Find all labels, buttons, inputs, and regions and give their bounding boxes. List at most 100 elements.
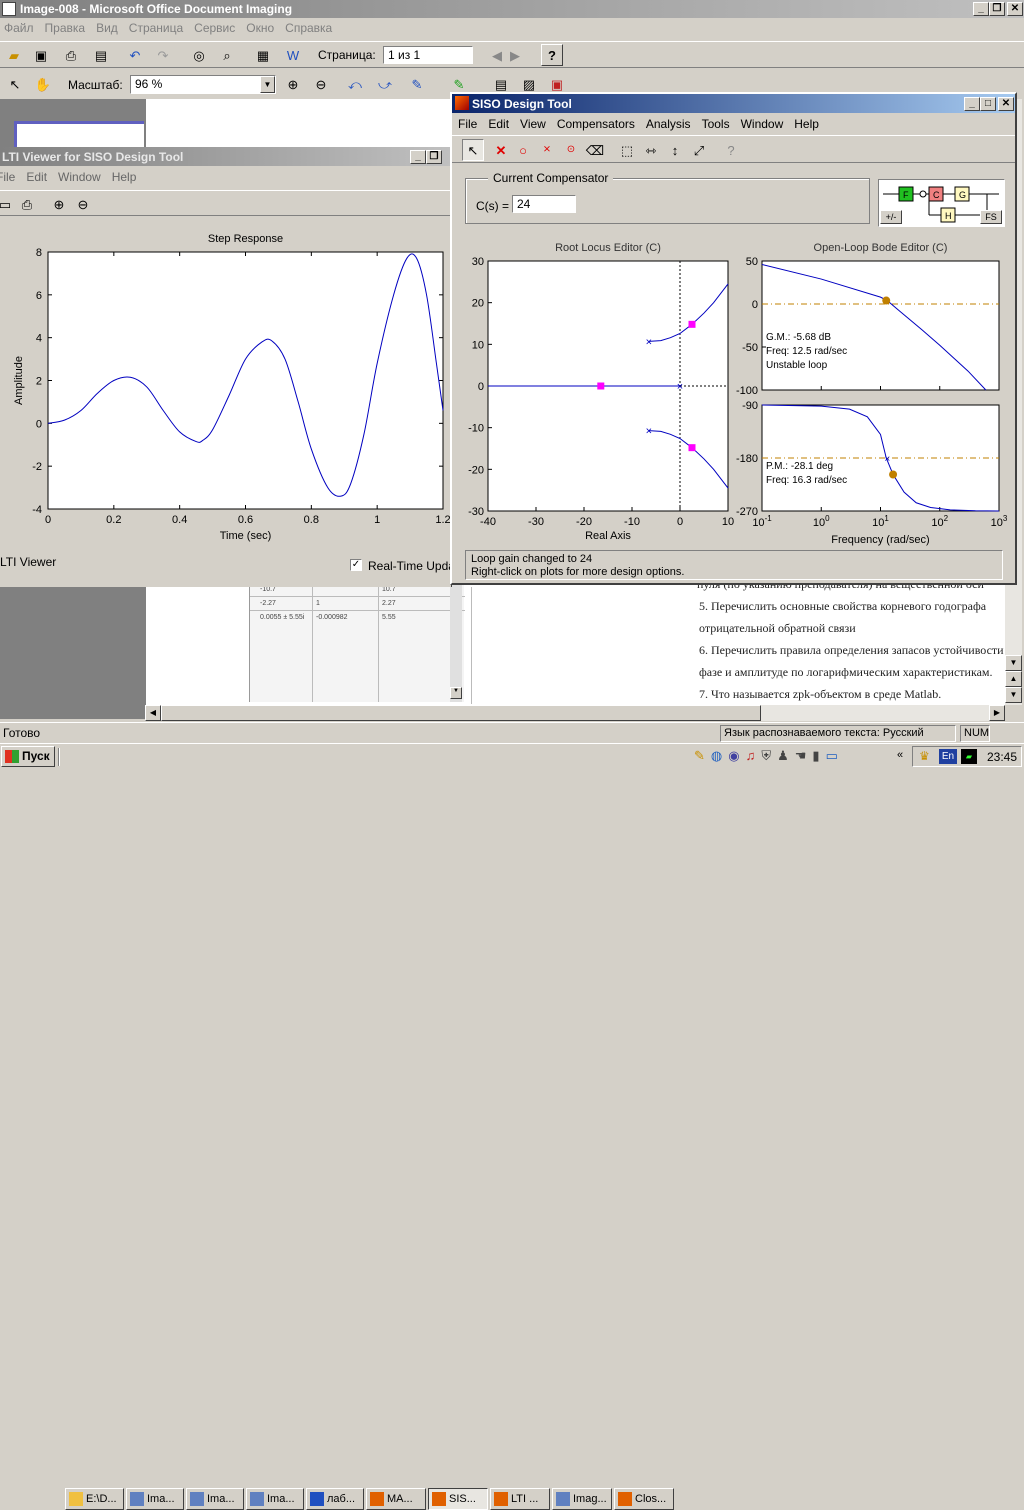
next-page-icon[interactable]: ▶ [504,44,526,66]
feedback-structure[interactable]: F C G H +/- FS [878,179,1005,227]
closed-loop-pole-marker[interactable] [688,320,696,328]
pen-icon[interactable]: ✎ [406,73,428,95]
hand-icon[interactable]: ✋ [32,73,54,95]
sign-toggle-button[interactable]: +/- [880,210,902,224]
add-pole-icon[interactable]: ✕ [490,139,512,161]
taskbar-item[interactable]: Ima... [186,1488,244,1510]
odi-minimize-button[interactable]: _ [973,2,989,16]
taskbar-item[interactable]: MA... [366,1488,426,1510]
ocr-icon[interactable]: ▦ [252,44,274,66]
siso-menu-compensators[interactable]: Compensators [557,117,635,131]
tray-shield-icon[interactable]: ⛨ [761,748,777,763]
rotate-left-icon[interactable]: ⤺ [344,73,366,95]
siso-menu-help[interactable]: Help [794,117,819,131]
tray-music-icon[interactable]: ♫ [746,748,762,763]
odi-menu-page[interactable]: Страница [129,21,183,35]
lti-menu-window[interactable]: Window [58,170,101,184]
zoom-x-icon[interactable]: ⇿ [640,139,662,161]
select-pointer-icon[interactable]: ↖ [462,139,484,161]
compensator-gain-input[interactable]: 24 [512,195,576,213]
eraser-icon[interactable]: ⌫ [584,139,606,161]
add-lag-icon[interactable]: ⊙ [560,139,582,161]
siso-titlebar[interactable]: SISO Design Tool _ □ ✕ [452,94,1015,113]
odi-menu-help[interactable]: Справка [285,21,332,35]
odi-titlebar[interactable]: Image-008 - Microsoft Office Document Im… [0,0,1024,18]
add-zero-icon[interactable]: ○ [512,139,534,161]
zoom-box-icon[interactable]: ⬚ [616,139,638,161]
closed-loop-pole-marker[interactable] [597,382,605,390]
siso-menu-view[interactable]: View [520,117,546,131]
realtime-update-checkbox[interactable]: ✓ [350,559,362,571]
tray-monitor-icon[interactable]: ▭ [826,748,844,763]
tray-hand-icon[interactable]: ☚ [795,748,813,763]
siso-maximize-button[interactable]: □ [980,97,996,111]
start-button[interactable]: Пуск [1,746,55,767]
siso-menu-window[interactable]: Window [741,117,784,131]
send-to-word-icon[interactable]: W [282,44,304,66]
zoom-out-icon[interactable]: ⊖ [310,73,332,95]
chevron-down-icon[interactable]: ▼ [260,76,275,93]
lti-menu-help[interactable]: Help [112,170,137,184]
zoom-y-icon[interactable]: ↕ [664,139,686,161]
odi-menu-view[interactable]: Вид [96,21,118,35]
bode-editor[interactable]: Open-Loop Bode Editor (C)-100-50050-270-… [732,232,1015,547]
find-icon[interactable]: ⌕ [216,44,238,66]
odi-menu-edit[interactable]: Правка [45,21,86,35]
scroll-thumb[interactable] [161,705,761,721]
tray-cpu-icon[interactable]: ▰ [961,749,977,764]
context-help-icon[interactable]: ? [720,139,742,161]
help-icon[interactable]: ? [541,44,563,66]
undo-icon[interactable]: ↶ [124,44,146,66]
taskbar-item[interactable]: Imag... [552,1488,612,1510]
taskbar-item[interactable]: LTI ... [490,1488,550,1510]
taskbar-item[interactable]: лаб... [306,1488,364,1510]
next-page-icon[interactable]: ▼ [1005,687,1022,703]
tray-media-icon[interactable]: ◉ [728,748,745,763]
scroll-left-icon[interactable]: ◀ [145,705,161,721]
tray-person-icon[interactable]: ♟ [777,748,795,763]
siso-menu-file[interactable]: File [458,117,477,131]
tray-expand-icon[interactable]: « [897,749,903,761]
save-icon[interactable]: ▣ [30,44,52,66]
feedback-structure-button[interactable]: FS [980,210,1002,224]
taskbar-item[interactable]: Clos... [614,1488,674,1510]
odi-restore-button[interactable]: ❐ [989,2,1005,16]
taskbar-item[interactable]: SIS... [428,1488,488,1510]
lti-titlebar[interactable]: LTI Viewer for SISO Design Tool _ ❐ [0,147,452,166]
redo-icon[interactable]: ↷ [152,44,174,66]
odi-menu-window[interactable]: Окно [246,21,274,35]
prev-page-icon[interactable]: ▲ [1005,671,1022,687]
lti-menu-edit[interactable]: Edit [26,170,47,184]
new-icon[interactable]: ▭ [0,193,16,215]
lti-restore-button[interactable]: ❐ [426,150,442,164]
zoom-in-icon[interactable]: ⊕ [48,193,70,215]
select-pointer-icon[interactable]: ↖ [4,73,26,95]
step-response-plot[interactable]: Step Response 0 0.2 0.4 0.6 0.8 1 1.2 -4 -2 0 2 4 6 8 T… [0,217,452,552]
scroll-down-icon[interactable]: ▼ [1005,655,1022,671]
tray-speaker-icon[interactable]: ♛ [919,749,930,763]
print-icon[interactable]: ⎙ [16,193,38,215]
phase-margin-marker[interactable] [889,470,898,479]
odi-close-button[interactable]: ✕ [1007,2,1023,16]
lti-menu-file[interactable]: File [0,170,15,184]
zoom-in-icon[interactable]: ⊕ [282,73,304,95]
scroll-down-icon[interactable]: ▼ [450,687,462,699]
thumb-scrollbar[interactable]: ▼ [450,584,462,702]
zoom-out-icon[interactable]: ⊖ [72,193,94,215]
print-preview-icon[interactable]: ▤ [90,44,112,66]
siso-menu-edit[interactable]: Edit [488,117,509,131]
taskbar-item[interactable]: Ima... [246,1488,304,1510]
odi-menu-service[interactable]: Сервис [194,21,235,35]
rotate-right-icon[interactable]: ⤻ [374,73,396,95]
siso-menu-tools[interactable]: Tools [702,117,730,131]
open-icon[interactable]: ▰ [3,44,25,66]
siso-close-button[interactable]: ✕ [998,97,1014,111]
scroll-right-icon[interactable]: ▶ [989,705,1005,721]
scan-icon[interactable]: ◎ [188,44,210,66]
gain-marker[interactable] [882,296,891,305]
siso-minimize-button[interactable]: _ [964,97,980,111]
tray-pencil-icon[interactable]: ✎ [694,748,711,763]
add-lead-icon[interactable]: ⨯ [536,139,558,161]
root-locus-editor[interactable]: Root Locus Editor (C)-40 -30 -20 -10 0 10-30-… [452,232,742,547]
tray-battery-icon[interactable]: ▮ [812,748,825,763]
